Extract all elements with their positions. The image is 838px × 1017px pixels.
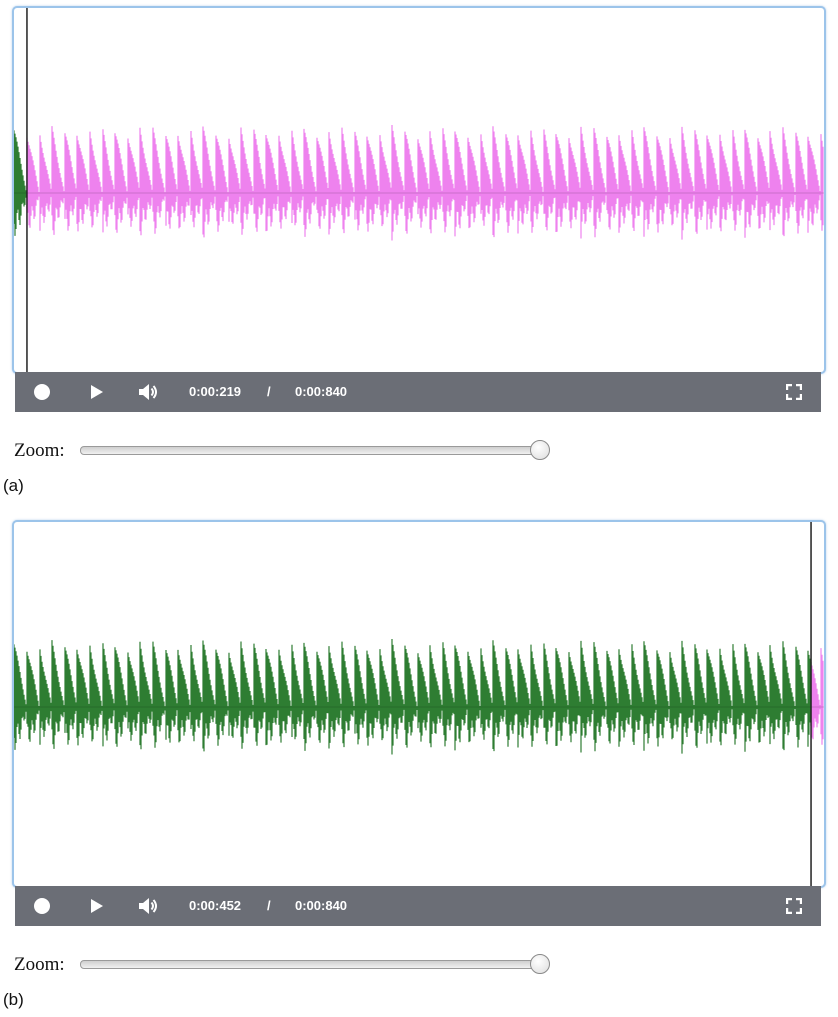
- current-time: 0:00:219: [189, 384, 242, 399]
- play-icon: [91, 899, 103, 913]
- waveform-view[interactable]: [12, 6, 826, 374]
- waveform-unplayed: [26, 125, 824, 241]
- volume-icon: [139, 898, 157, 914]
- play-icon: [91, 385, 103, 399]
- fullscreen-icon: [786, 384, 802, 400]
- fullscreen-button[interactable]: [783, 372, 805, 412]
- zoom-label: Zoom:: [14, 440, 65, 461]
- record-icon: [34, 898, 50, 914]
- time-separator: /: [267, 898, 271, 913]
- zoom-slider-track[interactable]: [80, 446, 544, 455]
- zoom-slider-thumb[interactable]: [530, 954, 550, 974]
- player-control-bar: 0:00:452 / 0:00:840: [15, 886, 821, 926]
- waveform-unplayed: [811, 648, 824, 745]
- panel-label: (b): [3, 990, 24, 1009]
- play-button[interactable]: [85, 886, 107, 926]
- panel-label: (a): [3, 476, 24, 495]
- zoom-slider-thumb[interactable]: [530, 440, 550, 460]
- record-button[interactable]: [31, 886, 53, 926]
- waveform-played: [14, 130, 27, 236]
- zoom-label: Zoom:: [14, 954, 65, 975]
- volume-button[interactable]: [135, 372, 163, 412]
- record-icon: [34, 384, 50, 400]
- current-time: 0:00:452: [189, 898, 242, 913]
- waveform: [14, 522, 824, 886]
- waveform-view[interactable]: [12, 520, 826, 888]
- total-time: 0:00:840: [295, 898, 348, 913]
- zoom-slider-track[interactable]: [80, 960, 544, 969]
- volume-icon: [139, 384, 157, 400]
- time-separator: /: [267, 384, 271, 399]
- waveform-played: [14, 639, 812, 755]
- fullscreen-icon: [786, 898, 802, 914]
- fullscreen-button[interactable]: [783, 886, 805, 926]
- total-time: 0:00:840: [295, 384, 348, 399]
- volume-button[interactable]: [135, 886, 163, 926]
- play-button[interactable]: [85, 372, 107, 412]
- record-button[interactable]: [31, 372, 53, 412]
- waveform: [14, 8, 824, 372]
- player-control-bar: 0:00:219 / 0:00:840: [15, 372, 821, 412]
